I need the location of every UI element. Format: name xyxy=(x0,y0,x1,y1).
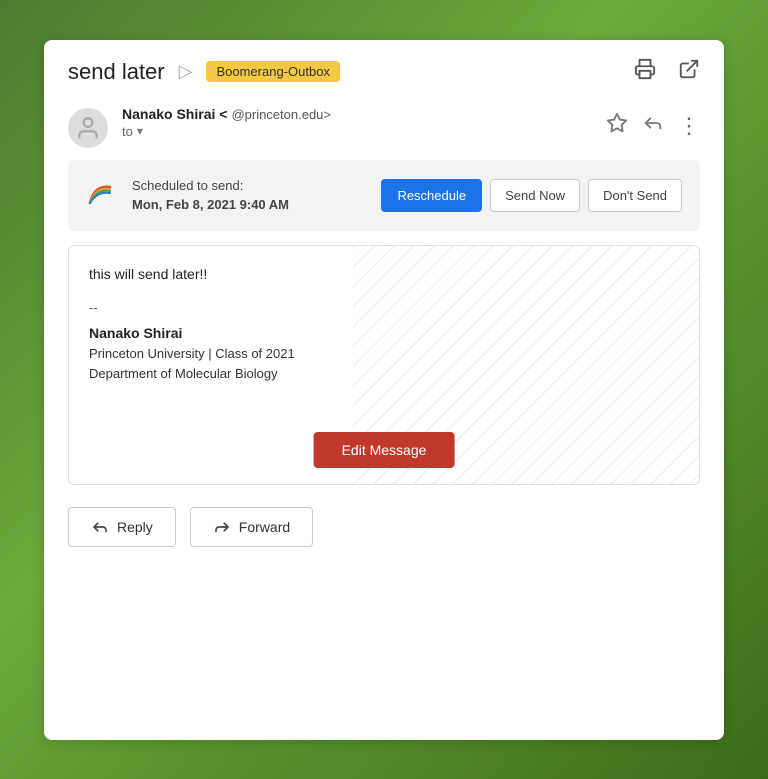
signature-name: Nanako Shirai xyxy=(89,325,679,341)
reply-header-icon[interactable] xyxy=(642,112,664,140)
sender-info: Nanako Shirai < @princeton.edu> to ▾ xyxy=(122,106,592,139)
reply-button[interactable]: Reply xyxy=(68,507,176,547)
edit-message-btn-wrap: Edit Message xyxy=(314,432,455,468)
send-now-button[interactable]: Send Now xyxy=(490,179,580,212)
forward-button[interactable]: Forward xyxy=(190,507,313,547)
forward-icon xyxy=(213,518,231,536)
email-message: this will send later!! xyxy=(89,266,679,282)
print-icon[interactable] xyxy=(634,58,656,86)
sender-actions: ⋮ xyxy=(606,112,700,140)
to-dropdown-icon[interactable]: ▾ xyxy=(137,124,143,138)
email-divider: -- xyxy=(89,300,679,315)
header: send later ▷ Boomerang-Outbox xyxy=(44,40,724,98)
reply-icon xyxy=(91,518,109,536)
reply-button-label: Reply xyxy=(117,519,153,535)
schedule-box: Scheduled to send: Mon, Feb 8, 2021 9:40… xyxy=(68,160,700,231)
to-label: to xyxy=(122,124,133,139)
reschedule-button[interactable]: Reschedule xyxy=(381,179,482,212)
email-card: send later ▷ Boomerang-Outbox xyxy=(44,40,724,740)
schedule-text: Scheduled to send: Mon, Feb 8, 2021 9:40… xyxy=(132,176,363,215)
schedule-logo-icon xyxy=(86,181,114,209)
action-bar: Reply Forward xyxy=(44,485,724,571)
open-external-icon[interactable] xyxy=(678,58,700,86)
star-icon[interactable] xyxy=(606,112,628,140)
email-body: this will send later!! -- Nanako Shirai … xyxy=(68,245,700,485)
sender-name: Nanako Shirai < xyxy=(122,106,227,122)
signature-line1: Princeton University | Class of 2021 xyxy=(89,344,679,365)
dont-send-button[interactable]: Don't Send xyxy=(588,179,682,212)
page-title: send later xyxy=(68,59,165,85)
schedule-date: Mon, Feb 8, 2021 9:40 AM xyxy=(132,197,289,212)
more-icon[interactable]: ⋮ xyxy=(678,113,700,139)
schedule-buttons: Reschedule Send Now Don't Send xyxy=(381,179,682,212)
avatar xyxy=(68,108,108,148)
signature-line2: Department of Molecular Biology xyxy=(89,364,679,385)
sender-email: @princeton.edu> xyxy=(231,107,331,122)
sender-row: Nanako Shirai < @princeton.edu> to ▾ ⋮ xyxy=(44,98,724,160)
forward-button-label: Forward xyxy=(239,519,290,535)
edit-message-button[interactable]: Edit Message xyxy=(314,432,455,468)
boomerang-badge[interactable]: Boomerang-Outbox xyxy=(206,61,339,82)
chevron-icon: ▷ xyxy=(179,61,193,82)
